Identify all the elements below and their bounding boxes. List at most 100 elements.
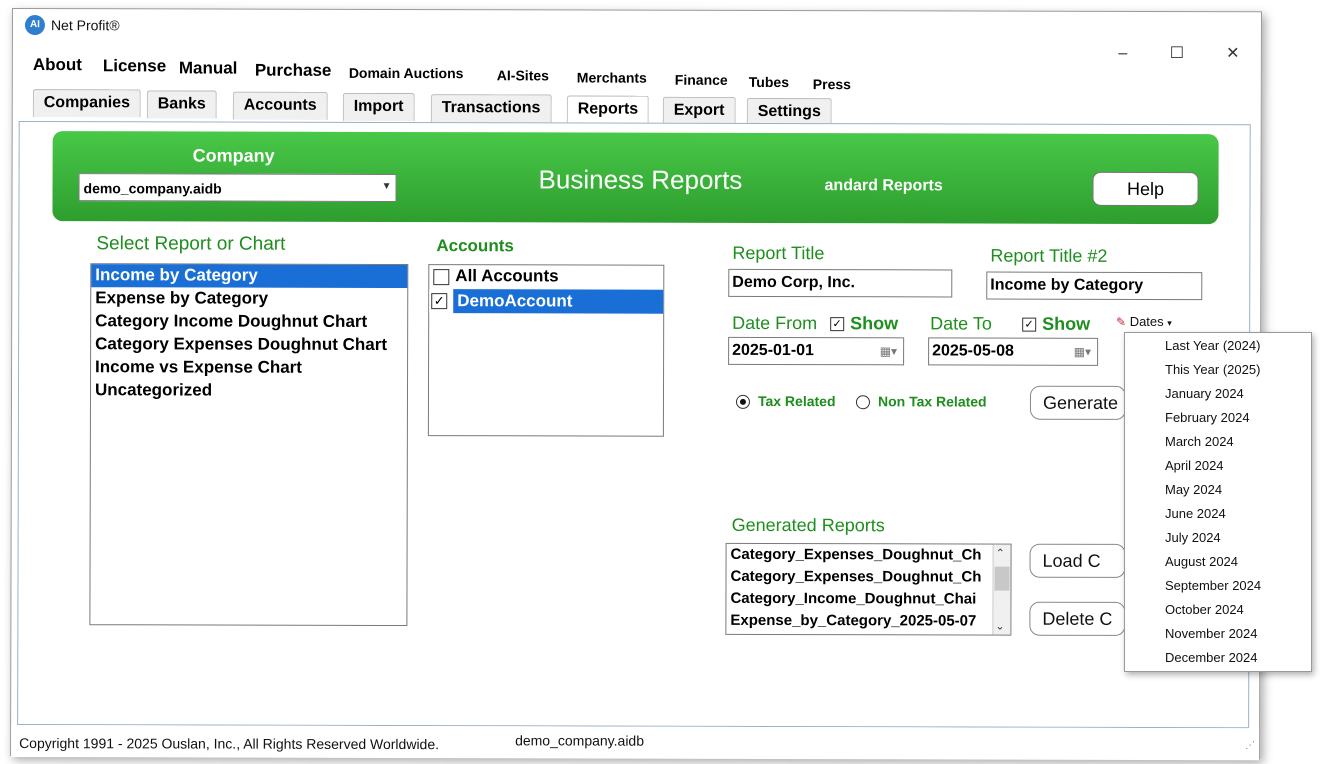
menu-about[interactable]: About	[33, 55, 82, 75]
report-title-input[interactable]: Demo Corp, Inc.	[728, 268, 953, 298]
app-title: Net Profit®	[50, 17, 120, 34]
list-item[interactable]: Category Income Doughnut Chart	[91, 310, 407, 334]
tax-related-radio[interactable]	[735, 394, 750, 409]
menu-purchase[interactable]: Purchase	[255, 61, 332, 81]
chevron-down-icon: ▾	[1167, 318, 1172, 328]
list-item[interactable]: Expense by Category	[91, 287, 407, 311]
tab-banks[interactable]: Banks	[146, 90, 217, 119]
menu-item-july[interactable]: July 2024	[1165, 530, 1221, 545]
menu-item-january[interactable]: January 2024	[1165, 386, 1244, 401]
page-subtitle: andard Reports	[824, 177, 943, 195]
checkbox-demo-account[interactable]: ✓	[431, 293, 448, 310]
menu-bar: About License Manual Purchase Domain Auc…	[19, 55, 919, 93]
accounts-label: Accounts	[436, 236, 514, 256]
date-to-label: Date To	[930, 313, 992, 334]
scroll-up-icon[interactable]: ⌃	[996, 547, 1005, 560]
menu-item-december[interactable]: December 2024	[1165, 650, 1258, 665]
menu-item-august[interactable]: August 2024	[1165, 554, 1238, 569]
close-button[interactable]: ✕	[1213, 42, 1253, 66]
show-from-checkbox[interactable]: ✓	[830, 317, 845, 332]
tab-import[interactable]: Import	[342, 92, 415, 122]
scroll-down-icon[interactable]: ⌄	[995, 620, 1004, 633]
tab-reports[interactable]: Reports	[566, 95, 650, 124]
accounts-list[interactable]: All Accounts ✓ DemoAccount	[427, 264, 665, 437]
menu-item-november[interactable]: November 2024	[1165, 626, 1258, 641]
menu-item-september[interactable]: September 2024	[1165, 578, 1261, 593]
account-item-all[interactable]: All Accounts	[429, 265, 663, 290]
menu-press[interactable]: Press	[813, 76, 851, 92]
menu-finance[interactable]: Finance	[675, 72, 728, 88]
reports-list[interactable]: Income by Category Expense by Category C…	[89, 263, 409, 627]
menu-tubes[interactable]: Tubes	[749, 74, 789, 90]
dates-button-label: Dates	[1129, 314, 1164, 329]
tab-settings[interactable]: Settings	[746, 97, 832, 127]
list-item[interactable]: Uncategorized	[91, 379, 407, 403]
report-title2-input[interactable]: Income by Category	[986, 271, 1203, 301]
maximize-button[interactable]: ☐	[1157, 42, 1197, 66]
delete-button[interactable]: Delete C	[1029, 601, 1126, 636]
calendar-icon: ✎	[1116, 315, 1127, 329]
show-from-label: Show	[850, 313, 899, 334]
list-item[interactable]: Category_Expenses_Doughnut_Ch	[727, 544, 1011, 567]
checkbox-all-accounts[interactable]	[433, 268, 450, 285]
app-logo-icon: AI	[24, 15, 45, 36]
menu-merchants[interactable]: Merchants	[577, 69, 647, 85]
non-tax-related-radio[interactable]	[855, 394, 870, 410]
help-button[interactable]: Help	[1092, 171, 1199, 207]
copyright-text: Copyright 1991 - 2025 Ouslan, Inc., All …	[19, 735, 440, 753]
tab-companies[interactable]: Companies	[32, 89, 142, 118]
date-from-show[interactable]: ✓ Show	[830, 313, 898, 334]
tab-export[interactable]: Export	[662, 96, 736, 125]
menu-manual[interactable]: Manual	[179, 58, 238, 78]
resize-grip-icon[interactable]: ⋰	[1245, 740, 1255, 751]
company-select[interactable]: demo_company.aidb ▼	[78, 173, 397, 203]
menu-item-march[interactable]: March 2024	[1165, 434, 1234, 449]
scroll-thumb[interactable]	[994, 566, 1010, 591]
dates-menu: Last Year (2024) This Year (2025) Januar…	[1124, 332, 1312, 672]
status-bar: Copyright 1991 - 2025 Ouslan, Inc., All …	[11, 725, 1260, 761]
menu-domain-auctions[interactable]: Domain Auctions	[349, 65, 464, 81]
dates-dropdown-button[interactable]: ✎ Dates ▾	[1112, 310, 1188, 334]
show-to-checkbox[interactable]: ✓	[1022, 317, 1037, 332]
menu-item-april[interactable]: April 2024	[1165, 458, 1224, 473]
list-item[interactable]: Expense_by_Category_2025-05-07	[726, 610, 1010, 633]
load-button[interactable]: Load C	[1029, 543, 1126, 578]
date-to-input[interactable]: 2025-05-08 ▦▾	[928, 337, 1099, 366]
tab-transactions[interactable]: Transactions	[430, 94, 552, 123]
minimize-button[interactable]: –	[1103, 42, 1143, 66]
scrollbar[interactable]: ⌃ ⌄	[992, 544, 1011, 635]
menu-ai-sites[interactable]: AI-Sites	[497, 67, 549, 83]
menu-item-october[interactable]: October 2024	[1165, 602, 1244, 617]
chevron-down-icon: ▼	[381, 180, 392, 192]
calendar-icon[interactable]: ▦▾	[880, 344, 897, 358]
non-tax-related-label: Non Tax Related	[877, 393, 987, 410]
menu-item-february[interactable]: February 2024	[1165, 410, 1250, 425]
menu-item-this-year[interactable]: This Year (2025)	[1165, 362, 1260, 377]
account-item-demo[interactable]: ✓ DemoAccount	[429, 289, 664, 314]
date-from-input[interactable]: 2025-01-01 ▦▾	[728, 336, 905, 366]
page-title: Business Reports	[538, 164, 743, 195]
generate-button[interactable]: Generate	[1029, 385, 1127, 420]
date-to-value: 2025-05-08	[932, 342, 1014, 360]
generated-reports-label: Generated Reports	[731, 514, 885, 536]
tab-strip: Companies Banks Accounts Import Transact…	[32, 89, 873, 127]
list-item[interactable]: Income vs Expense Chart	[91, 356, 407, 380]
list-item[interactable]: Category_Expenses_Doughnut_Ch	[726, 566, 1010, 589]
status-file: demo_company.aidb	[515, 732, 645, 749]
tax-related-option[interactable]	[735, 393, 756, 411]
menu-item-may[interactable]: May 2024	[1165, 482, 1222, 497]
list-item[interactable]: Category_Income_Doughnut_Chai	[726, 588, 1010, 611]
menu-item-last-year[interactable]: Last Year (2024)	[1165, 338, 1260, 353]
date-to-show[interactable]: ✓ Show	[1022, 314, 1090, 335]
calendar-icon[interactable]: ▦▾	[1074, 345, 1091, 359]
report-title2-label: Report Title #2	[990, 245, 1108, 266]
menu-license[interactable]: License	[103, 56, 166, 76]
list-item[interactable]: Category Expenses Doughnut Chart	[91, 333, 407, 357]
list-item[interactable]: Income by Category	[91, 264, 408, 289]
reports-label: Select Report or Chart	[96, 233, 286, 255]
generated-reports-list[interactable]: Category_Expenses_Doughnut_Ch Category_E…	[725, 542, 1012, 636]
tab-accounts[interactable]: Accounts	[232, 91, 328, 120]
menu-item-june[interactable]: June 2024	[1165, 506, 1226, 521]
tax-related-label: Tax Related	[757, 392, 836, 410]
non-tax-related-option[interactable]	[855, 393, 876, 411]
